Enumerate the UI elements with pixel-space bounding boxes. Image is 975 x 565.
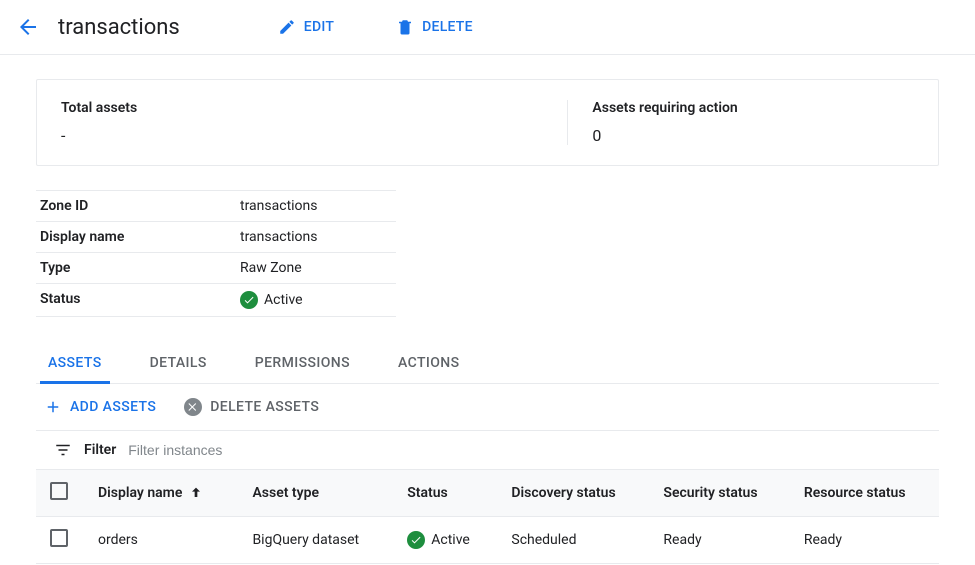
pencil-icon <box>278 18 296 36</box>
cell-asset-type: BigQuery dataset <box>238 517 393 564</box>
meta-key: Type <box>40 260 240 276</box>
plus-icon <box>44 398 62 416</box>
status-text: Active <box>264 292 303 308</box>
table-header-row: Display name Asset type Status Discovery… <box>36 470 939 517</box>
delete-label: DELETE <box>422 19 473 35</box>
meta-row-status: Status Active <box>36 284 396 317</box>
cell-status: Active <box>393 517 497 564</box>
summary-action-label: Assets requiring action <box>592 100 914 116</box>
metadata-table: Zone ID transactions Display name transa… <box>36 190 396 317</box>
cell-security-status: Ready <box>649 517 789 564</box>
check-circle-icon <box>240 291 258 309</box>
summary-total-value: - <box>61 126 543 145</box>
meta-key: Status <box>40 291 240 309</box>
check-circle-icon <box>407 531 425 549</box>
filter-bar: Filter <box>36 430 939 470</box>
col-asset-type[interactable]: Asset type <box>238 470 393 517</box>
filter-label: Filter <box>84 442 116 458</box>
row-checkbox[interactable] <box>50 529 68 547</box>
x-circle-icon <box>184 398 202 416</box>
col-status[interactable]: Status <box>393 470 497 517</box>
meta-val: Raw Zone <box>240 260 302 276</box>
back-arrow-icon[interactable] <box>16 15 40 39</box>
page-title: transactions <box>58 15 180 40</box>
page-header: transactions EDIT DELETE <box>0 0 975 55</box>
filter-input[interactable] <box>128 442 309 458</box>
summary-total-label: Total assets <box>61 100 543 116</box>
col-resource-status[interactable]: Resource status <box>790 470 939 517</box>
edit-button[interactable]: EDIT <box>268 12 344 42</box>
cell-discovery-status: Scheduled <box>497 517 649 564</box>
summary-action: Assets requiring action 0 <box>567 100 938 145</box>
summary-action-value: 0 <box>592 126 914 145</box>
row-select-cell <box>36 517 84 564</box>
tab-details[interactable]: DETAILS <box>142 345 215 384</box>
tab-actions[interactable]: ACTIONS <box>390 345 467 384</box>
add-assets-button[interactable]: ADD ASSETS <box>44 398 156 416</box>
meta-key: Zone ID <box>40 198 240 214</box>
content-area: Total assets - Assets requiring action 0… <box>0 55 975 564</box>
meta-row-type: Type Raw Zone <box>36 253 396 284</box>
arrow-up-icon <box>188 485 204 501</box>
select-all-checkbox[interactable] <box>50 482 68 500</box>
edit-label: EDIT <box>304 19 334 35</box>
col-discovery-status[interactable]: Discovery status <box>497 470 649 517</box>
delete-assets-button[interactable]: DELETE ASSETS <box>184 398 319 416</box>
trash-icon <box>396 18 414 36</box>
tab-bar: ASSETS DETAILS PERMISSIONS ACTIONS <box>36 345 939 384</box>
meta-val: transactions <box>240 229 318 245</box>
cell-resource-status: Ready <box>790 517 939 564</box>
col-security-status[interactable]: Security status <box>649 470 789 517</box>
assets-table: Display name Asset type Status Discovery… <box>36 470 939 564</box>
add-assets-label: ADD ASSETS <box>70 399 156 415</box>
meta-val: transactions <box>240 198 318 214</box>
select-all-cell <box>36 470 84 517</box>
meta-row-display-name: Display name transactions <box>36 222 396 253</box>
cell-display-name[interactable]: orders <box>84 517 238 564</box>
col-display-name[interactable]: Display name <box>84 470 238 517</box>
tab-permissions[interactable]: PERMISSIONS <box>247 345 358 384</box>
meta-val: Active <box>240 291 303 309</box>
meta-row-zone-id: Zone ID transactions <box>36 190 396 222</box>
delete-button[interactable]: DELETE <box>386 12 483 42</box>
table-row: orders BigQuery dataset Active Scheduled… <box>36 517 939 564</box>
meta-key: Display name <box>40 229 240 245</box>
assets-toolbar: ADD ASSETS DELETE ASSETS <box>36 384 939 430</box>
tab-assets[interactable]: ASSETS <box>40 345 110 384</box>
summary-total: Total assets - <box>37 100 567 145</box>
summary-card: Total assets - Assets requiring action 0 <box>36 79 939 166</box>
delete-assets-label: DELETE ASSETS <box>210 399 319 415</box>
filter-icon <box>54 441 72 459</box>
